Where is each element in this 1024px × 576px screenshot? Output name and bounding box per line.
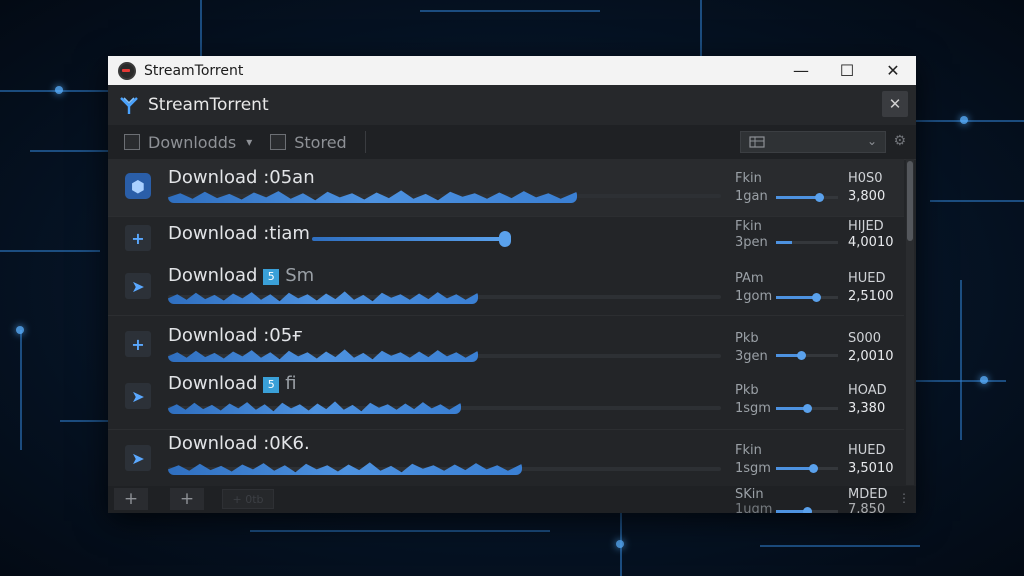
download-row[interactable]: + Download :05ғ Pkb 3gen S000 2,0010 bbox=[108, 319, 904, 371]
download-row[interactable]: ➤ Download 5 Sm PAm 1gom HUED 2,5100 bbox=[108, 265, 904, 315]
progress-fill bbox=[168, 349, 478, 362]
size-value: 3,5010 bbox=[848, 461, 894, 476]
size-value: 3,380 bbox=[848, 401, 886, 416]
tag-icon: 5 bbox=[263, 269, 280, 285]
chevron-down-icon: ⌄ bbox=[866, 134, 877, 148]
download-list: ⬢ Download :05an Fkin 1gan H0S0 3,800 + … bbox=[108, 159, 904, 485]
title-bar[interactable]: StreamTorrent — ☐ ✕ bbox=[108, 56, 916, 85]
stored-checkbox[interactable] bbox=[270, 134, 287, 150]
app-window: StreamTorrent — ☐ ✕ StreamTorrent ✕ Down… bbox=[108, 56, 916, 513]
size-value: 3,800 bbox=[848, 189, 886, 204]
download-row[interactable]: ➤ Download 5 fi Pkb 1sgm HOAD 3,380 bbox=[108, 371, 904, 427]
progress-fill bbox=[168, 462, 522, 475]
status-label: HUED bbox=[848, 443, 886, 458]
progress-knob[interactable] bbox=[499, 231, 511, 247]
toolbar: Downlodds ▾ Stored ⌄ ⚙ bbox=[108, 125, 916, 160]
stat-value: 1gom bbox=[735, 289, 773, 304]
download-suffix: Sm bbox=[285, 265, 315, 286]
window-title: StreamTorrent bbox=[144, 62, 244, 79]
stat-value: 3pen bbox=[735, 235, 768, 250]
app-header: StreamTorrent ✕ bbox=[108, 85, 916, 125]
speed-slider[interactable] bbox=[776, 293, 838, 302]
status-label: MDED bbox=[848, 487, 888, 502]
downloads-filter-label[interactable]: Downlodds bbox=[148, 133, 236, 152]
stored-filter-label[interactable]: Stored bbox=[294, 133, 346, 152]
download-title-text: Download bbox=[168, 265, 258, 286]
speed-slider[interactable] bbox=[776, 241, 838, 244]
stat-value: 3gen bbox=[735, 349, 768, 364]
progress-fill bbox=[168, 401, 461, 414]
tag-icon: 5 bbox=[263, 377, 280, 393]
download-row[interactable]: ➤ Download :0K6. Fkin 1sgm HUED 3,5010 bbox=[108, 431, 904, 487]
size-value: 7,850 bbox=[848, 502, 886, 513]
chevron-down-icon[interactable]: ▾ bbox=[246, 135, 252, 149]
row-divider bbox=[108, 315, 904, 316]
size-value: 2,0010 bbox=[848, 349, 894, 364]
plus-icon: + bbox=[125, 331, 151, 357]
more-icon[interactable]: ⋮ bbox=[898, 491, 910, 505]
navigate-icon: ➤ bbox=[125, 445, 151, 471]
stat-value: 1sgm bbox=[735, 461, 771, 476]
vertical-scrollbar[interactable] bbox=[906, 159, 914, 485]
size-value: 4,0010 bbox=[848, 235, 894, 250]
download-title: Download :05ғ bbox=[168, 325, 303, 346]
size-value: 2,5100 bbox=[848, 289, 894, 304]
downloads-checkbox[interactable] bbox=[124, 134, 140, 150]
stat-value: 1gan bbox=[735, 189, 768, 204]
progress-fill bbox=[168, 190, 577, 203]
minimize-button[interactable]: — bbox=[778, 56, 824, 85]
download-title: Download :05an bbox=[168, 167, 315, 188]
download-title-text: Download bbox=[168, 373, 258, 394]
close-button[interactable]: ✕ bbox=[870, 56, 916, 85]
scrollbar-thumb[interactable] bbox=[907, 161, 913, 241]
speed-slider[interactable] bbox=[776, 404, 838, 413]
progress-fill bbox=[168, 291, 478, 304]
speed-slider[interactable] bbox=[776, 507, 838, 513]
download-row[interactable]: ⬢ Download :05an Fkin 1gan H0S0 3,800 bbox=[108, 159, 904, 216]
stream-logo-icon bbox=[120, 97, 138, 114]
download-title: Download :tiam bbox=[168, 223, 310, 244]
download-suffix: fi bbox=[285, 373, 297, 394]
download-row[interactable]: + Download :tiam Fkin 3pen HIJED 4,0010 bbox=[108, 217, 904, 265]
status-label: HOAD bbox=[848, 383, 887, 398]
stat-value: 1sgm bbox=[735, 401, 771, 416]
navigate-icon: ➤ bbox=[125, 273, 151, 299]
cube-icon: ⬢ bbox=[125, 173, 151, 199]
brand-name: StreamTorrent bbox=[148, 95, 269, 115]
stat-label: Fkin bbox=[735, 219, 762, 234]
stat-value: 1ugm bbox=[735, 502, 773, 513]
row-divider bbox=[108, 429, 904, 430]
download-title: Download :0K6. bbox=[168, 433, 310, 454]
stat-label: Pkb bbox=[735, 383, 759, 398]
header-close-button[interactable]: ✕ bbox=[882, 91, 908, 117]
add-torrent-button[interactable]: + bbox=[170, 488, 204, 510]
progress-fill bbox=[312, 237, 505, 241]
settings-icon[interactable]: ⚙ bbox=[893, 133, 906, 149]
stat-label: Pkb bbox=[735, 331, 759, 346]
stat-label: Fkin bbox=[735, 171, 762, 186]
navigate-icon: ➤ bbox=[125, 383, 151, 409]
toolbar-divider bbox=[364, 131, 366, 153]
list-view-icon bbox=[749, 136, 765, 148]
stat-label: Fkin bbox=[735, 443, 762, 458]
status-label: S000 bbox=[848, 331, 882, 346]
speed-slider[interactable] bbox=[776, 464, 838, 473]
status-label: H0S0 bbox=[848, 171, 883, 186]
stat-label: SKin bbox=[735, 487, 764, 502]
status-label: HIJED bbox=[848, 219, 884, 234]
footer-bar: + + + 0tb SKin 1ugm MDED 7,850 ⋮ bbox=[108, 486, 916, 513]
status-label: HUED bbox=[848, 271, 886, 286]
app-icon bbox=[118, 61, 136, 80]
plus-icon: + bbox=[125, 225, 151, 251]
stat-label: PAm bbox=[735, 271, 764, 286]
maximize-button[interactable]: ☐ bbox=[824, 56, 870, 85]
view-select[interactable]: ⌄ bbox=[740, 131, 886, 153]
download-title: Download 5 fi bbox=[168, 373, 297, 394]
download-title: Download 5 Sm bbox=[168, 265, 314, 286]
speed-slider[interactable] bbox=[776, 351, 838, 360]
speed-slider[interactable] bbox=[776, 193, 838, 202]
add-button[interactable]: + bbox=[114, 488, 148, 510]
footer-search[interactable]: + 0tb bbox=[222, 489, 274, 509]
